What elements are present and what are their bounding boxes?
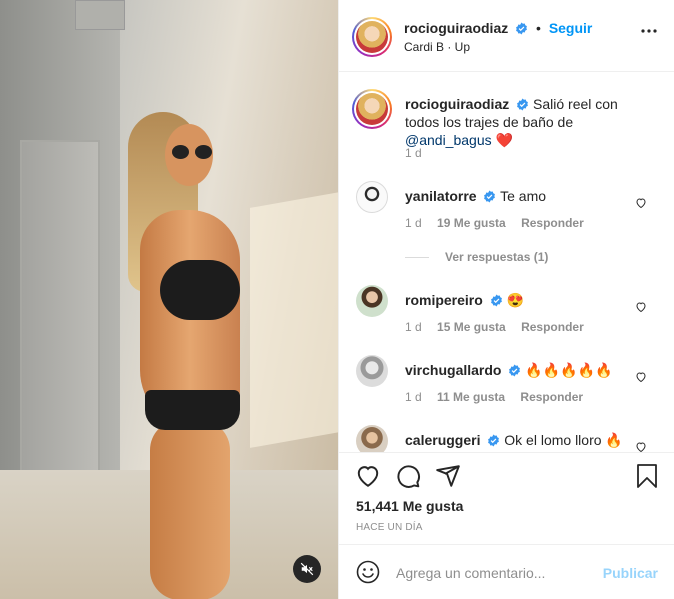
reply-button[interactable]: Responder <box>521 320 584 334</box>
comment-likes[interactable]: 19 Me gusta <box>437 216 506 230</box>
comment-input[interactable] <box>396 562 596 584</box>
publish-button[interactable]: Publicar <box>603 565 658 581</box>
verified-badge-icon <box>490 294 502 307</box>
post-media[interactable] <box>0 0 338 599</box>
comment-item: caleruggeri Ok el lomo lloro 🔥 <box>339 425 674 452</box>
comment-avatar[interactable] <box>356 355 388 387</box>
comment-time: 1 d <box>405 390 422 404</box>
reply-button[interactable]: Responder <box>521 216 584 230</box>
comments-list[interactable]: rocioguiraodiaz Salió reel con todos los… <box>339 72 674 452</box>
comment-item: yanilatorre Te amo 1 d 19 Me gusta Respo… <box>339 181 674 251</box>
comment-time: 1 d <box>405 216 422 230</box>
comment-icon[interactable] <box>395 463 421 489</box>
comment-time: 1 d <box>405 320 422 334</box>
author-username[interactable]: rocioguiraodiaz <box>404 20 508 36</box>
caption-username[interactable]: rocioguiraodiaz <box>405 96 509 112</box>
comment-item: romipereiro 😍 1 d 15 Me gusta Responder <box>339 285 674 355</box>
comment-text: Te amo <box>500 188 547 204</box>
more-options-icon[interactable] <box>641 29 657 33</box>
audio-track-link[interactable]: Cardi B · Up <box>404 40 470 54</box>
verified-badge-icon <box>509 364 521 377</box>
mute-button[interactable] <box>293 555 321 583</box>
media-person <box>120 100 240 599</box>
share-icon[interactable] <box>435 463 461 489</box>
verified-badge-icon <box>517 98 529 111</box>
comment-avatar[interactable] <box>356 181 388 213</box>
reply-button[interactable]: Responder <box>520 390 583 404</box>
heart-emoji: ❤️ <box>495 132 513 148</box>
comment-composer: Publicar <box>339 544 674 599</box>
caption-time: 1 d <box>405 146 422 160</box>
post-actions: 51,441 Me gusta HACE UN DÍA <box>339 452 674 544</box>
likes-count[interactable]: 51,441 Me gusta <box>356 498 463 514</box>
bookmark-icon[interactable] <box>635 463 659 489</box>
comment-avatar[interactable] <box>356 285 388 317</box>
post-panel: rocioguiraodiaz • Seguir Cardi B · Up ro… <box>338 0 674 599</box>
comment-username[interactable]: virchugallardo <box>405 362 501 378</box>
mute-icon <box>300 562 314 576</box>
heart-icon[interactable] <box>635 301 647 313</box>
view-replies-button[interactable]: Ver respuestas (1) <box>405 250 548 264</box>
sunglasses <box>172 145 212 159</box>
comment-item: virchugallardo 🔥🔥🔥🔥🔥 1 d 11 Me gusta Res… <box>339 355 674 425</box>
heart-icon[interactable] <box>635 371 647 383</box>
comment-text: 🔥🔥🔥🔥🔥 <box>525 362 613 378</box>
comment-username[interactable]: yanilatorre <box>405 188 477 204</box>
emoji-icon[interactable] <box>356 560 380 584</box>
caption: rocioguiraodiaz Salió reel con todos los… <box>339 89 674 169</box>
caption-avatar[interactable] <box>352 89 392 129</box>
comment-text: 😍 <box>506 292 525 308</box>
media-sunlight <box>250 192 338 448</box>
comment-avatar[interactable] <box>356 425 388 452</box>
verified-badge-icon <box>516 22 528 35</box>
author-avatar[interactable] <box>352 17 392 57</box>
post-header: rocioguiraodiaz • Seguir Cardi B · Up <box>339 0 674 72</box>
follow-button[interactable]: Seguir <box>549 20 593 36</box>
heart-icon[interactable] <box>355 463 381 489</box>
comment-text: Ok el lomo lloro 🔥 <box>504 432 623 448</box>
comment-username[interactable]: romipereiro <box>405 292 483 308</box>
verified-badge-icon <box>488 434 500 447</box>
view-replies-label: Ver respuestas (1) <box>445 250 549 264</box>
heart-icon[interactable] <box>635 197 647 209</box>
verified-badge-icon <box>484 190 496 203</box>
comment-likes[interactable]: 15 Me gusta <box>437 320 506 334</box>
heart-icon[interactable] <box>635 441 647 452</box>
header-separator: • <box>536 20 541 36</box>
comment-likes[interactable]: 11 Me gusta <box>437 390 505 404</box>
comment-username[interactable]: caleruggeri <box>405 432 480 448</box>
media-window <box>75 0 125 30</box>
post-timestamp: HACE UN DÍA <box>356 522 423 533</box>
